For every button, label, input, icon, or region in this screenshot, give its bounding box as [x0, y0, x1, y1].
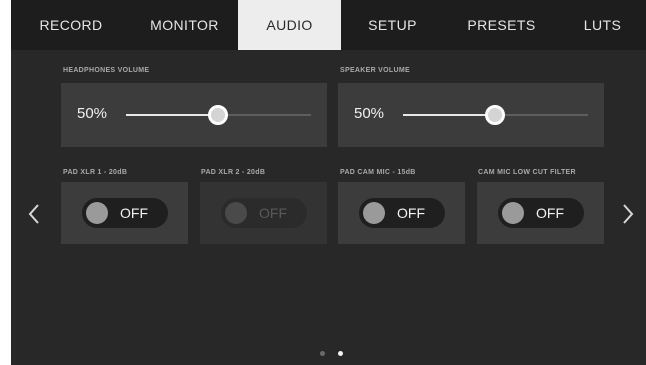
pad-xlr1-toggle[interactable]: OFF	[82, 198, 168, 228]
cam-mic-low-cut-label: CAM MIC LOW CUT FILTER	[478, 169, 576, 176]
headphones-volume-slider-fill	[126, 114, 218, 116]
cam-mic-low-cut-toggle[interactable]: OFF	[498, 198, 584, 228]
speaker-volume-panel: 50%	[338, 83, 604, 147]
speaker-volume-slider-fill	[403, 114, 495, 116]
cam-mic-low-cut-toggle-knob	[502, 202, 524, 224]
pad-cam-mic-panel: OFF	[338, 182, 465, 244]
speaker-volume-value: 50%	[354, 105, 385, 122]
tab-setup[interactable]: SETUP	[341, 0, 444, 50]
headphones-volume-panel: 50%	[61, 83, 327, 147]
tab-presets[interactable]: PRESETS	[444, 0, 559, 50]
pad-xlr2-toggle: OFF	[221, 198, 307, 228]
page-dot-2-active[interactable]	[338, 351, 343, 356]
pad-xlr2-label: PAD XLR 2 - 20dB	[201, 169, 266, 176]
tab-audio[interactable]: AUDIO	[238, 0, 341, 50]
pad-cam-mic-toggle[interactable]: OFF	[359, 198, 445, 228]
pad-xlr2-state: OFF	[259, 205, 287, 221]
headphones-volume-slider-knob[interactable]	[208, 105, 228, 125]
tab-bar: RECORD MONITOR AUDIO SETUP PRESETS LUTS	[11, 0, 646, 50]
headphones-volume-value: 50%	[77, 105, 108, 122]
pad-xlr2-toggle-knob	[225, 202, 247, 224]
pad-xlr1-panel: OFF	[61, 182, 188, 244]
pad-xlr2-panel: OFF	[200, 182, 327, 244]
camera-settings-screen: RECORD MONITOR AUDIO SETUP PRESETS LUTS …	[11, 0, 646, 365]
chevron-right-icon[interactable]	[621, 202, 635, 226]
headphones-volume-label: HEADPHONES VOLUME	[63, 67, 150, 74]
speaker-volume-slider-knob[interactable]	[485, 105, 505, 125]
cam-mic-low-cut-panel: OFF	[477, 182, 604, 244]
cam-mic-low-cut-state: OFF	[536, 205, 564, 221]
speaker-volume-label: SPEAKER VOLUME	[340, 67, 410, 74]
pad-cam-mic-toggle-knob	[363, 202, 385, 224]
pad-xlr1-label: PAD XLR 1 - 20dB	[63, 169, 128, 176]
pad-cam-mic-label: PAD CAM MIC - 15dB	[340, 169, 416, 176]
chevron-left-icon[interactable]	[27, 202, 41, 226]
tab-monitor[interactable]: MONITOR	[131, 0, 238, 50]
pad-xlr1-state: OFF	[120, 205, 148, 221]
pad-cam-mic-state: OFF	[397, 205, 425, 221]
tab-record[interactable]: RECORD	[11, 0, 131, 50]
page-dot-1[interactable]	[320, 351, 325, 356]
pad-xlr1-toggle-knob	[86, 202, 108, 224]
tab-luts[interactable]: LUTS	[559, 0, 646, 50]
